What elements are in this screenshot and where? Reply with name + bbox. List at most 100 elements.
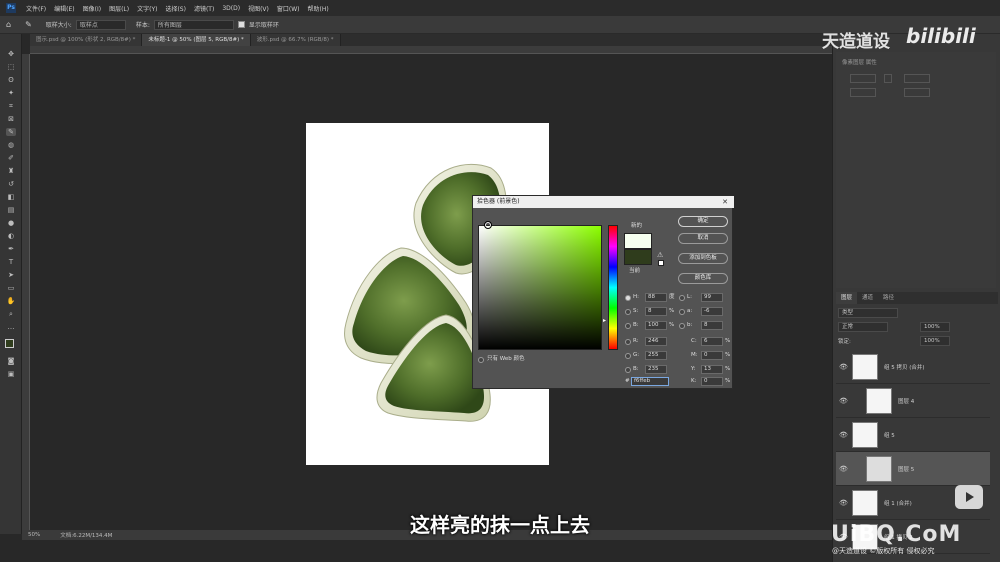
y-field[interactable] [904, 88, 930, 97]
blue-radio[interactable] [625, 367, 631, 373]
frame-tool-icon[interactable]: ⊠ [6, 115, 16, 123]
menu-item-layer[interactable]: 图层(L) [105, 4, 133, 13]
hue-radio[interactable] [625, 295, 631, 301]
current-color-swatch[interactable] [624, 249, 652, 265]
b-field[interactable]: 8 [701, 321, 723, 330]
color-field-marker[interactable] [484, 221, 492, 229]
green-field[interactable]: 255 [645, 351, 667, 360]
b-radio[interactable] [679, 323, 685, 329]
menu-item-window[interactable]: 窗口(W) [273, 4, 304, 13]
menu-item-select[interactable]: 选择(S) [161, 4, 190, 13]
hex-field[interactable]: f6ffeb [631, 377, 669, 386]
menu-item-image[interactable]: 图像(I) [79, 4, 105, 13]
dodge-tool-icon[interactable]: ◐ [6, 232, 16, 240]
menu-item-help[interactable]: 帮助(H) [304, 4, 333, 13]
hue-field[interactable]: 88 [645, 293, 667, 302]
crop-tool-icon[interactable]: ⌗ [6, 102, 16, 110]
menu-item-type[interactable]: 文字(Y) [133, 4, 161, 13]
healing-tool-icon[interactable]: ◍ [6, 141, 16, 149]
lasso-tool-icon[interactable]: ʘ [6, 76, 16, 84]
menu-item-filter[interactable]: 滤镜(T) [190, 4, 218, 13]
opacity-field[interactable]: 100% [920, 322, 950, 332]
cyan-field[interactable]: 6 [701, 337, 723, 346]
brightness-field[interactable]: 100 [645, 321, 667, 330]
visibility-eye-icon[interactable]: 👁 [839, 465, 848, 473]
eyedropper-icon[interactable]: ✎ [25, 20, 32, 29]
a-field[interactable]: -6 [701, 307, 723, 316]
zoom-tool-icon[interactable]: ⌕ [6, 310, 16, 318]
more-tools-icon[interactable]: … [6, 323, 16, 331]
blur-tool-icon[interactable]: ● [6, 219, 16, 227]
ok-button[interactable]: 确定 [678, 216, 728, 227]
brightness-radio[interactable] [625, 323, 631, 329]
foreground-color-swatch[interactable] [5, 339, 14, 348]
stamp-tool-icon[interactable]: ♜ [6, 167, 16, 175]
red-radio[interactable] [625, 339, 631, 345]
add-to-swatches-button[interactable]: 添加到色板 [678, 253, 728, 264]
hue-slider[interactable] [608, 225, 618, 350]
shape-tool-icon[interactable]: ▭ [6, 284, 16, 292]
black-field[interactable]: 0 [701, 377, 723, 386]
cancel-button[interactable]: 取消 [678, 233, 728, 244]
magenta-field[interactable]: 0 [701, 351, 723, 360]
visibility-eye-icon[interactable]: 👁 [839, 499, 848, 507]
menu-item-edit[interactable]: 编辑(E) [50, 4, 78, 13]
close-icon[interactable]: ✕ [722, 196, 728, 208]
layer-row-selected[interactable]: 👁 图层 5 [836, 452, 990, 486]
tab-doc-3[interactable]: 波形.psd @ 66.7% (RGB/8) * [250, 34, 341, 46]
history-brush-icon[interactable]: ↺ [6, 180, 16, 188]
saturation-radio[interactable] [625, 309, 631, 315]
hue-slider-arrow-icon[interactable]: ▸ [603, 317, 606, 324]
visibility-eye-icon[interactable]: 👁 [839, 397, 848, 405]
app-icon[interactable]: Ps [0, 0, 22, 16]
hand-tool-icon[interactable]: ✋ [6, 297, 16, 305]
height-field[interactable] [904, 74, 930, 83]
sample-size-select[interactable]: 取样点 [75, 19, 126, 30]
web-safe-icon[interactable] [658, 260, 664, 266]
width-field[interactable] [850, 74, 876, 83]
blue-field[interactable]: 235 [645, 365, 667, 374]
screen-mode-icon[interactable]: ▣ [6, 370, 16, 378]
marquee-tool-icon[interactable]: ⬚ [6, 63, 16, 71]
a-radio[interactable] [679, 309, 685, 315]
pen-tool-icon[interactable]: ✒ [6, 245, 16, 253]
lightness-radio[interactable] [679, 295, 685, 301]
red-field[interactable]: 246 [645, 337, 667, 346]
blend-mode-select[interactable]: 正常 [838, 322, 888, 332]
home-icon[interactable]: ⌂ [6, 20, 11, 29]
quick-mask-icon[interactable]: ◙ [6, 357, 16, 365]
visibility-eye-icon[interactable]: 👁 [839, 363, 848, 371]
saturation-field[interactable]: 8 [645, 307, 667, 316]
sample-select[interactable]: 所有图层 [153, 19, 234, 30]
tab-doc-2[interactable]: 未标题-1 @ 50% (图层 5, RGB/8#) * [142, 34, 251, 46]
tab-paths[interactable]: 路径 [878, 292, 899, 304]
tab-channels[interactable]: 通道 [857, 292, 878, 304]
layer-row[interactable]: 👁 图层 4 [836, 384, 990, 418]
menu-item-file[interactable]: 文件(F) [22, 4, 50, 13]
layer-row[interactable]: 👁 组 5 拷贝 (合并) [836, 350, 990, 384]
show-ring-checkbox[interactable] [237, 21, 245, 28]
eyedropper-tool-icon[interactable]: ✎ [6, 128, 16, 136]
menu-item-3d[interactable]: 3D(D) [218, 5, 244, 12]
path-select-tool-icon[interactable]: ➤ [6, 271, 16, 279]
yellow-field[interactable]: 13 [701, 365, 723, 374]
move-tool-icon[interactable]: ✥ [6, 50, 16, 58]
color-field[interactable] [478, 221, 602, 350]
visibility-eye-icon[interactable]: 👁 [839, 431, 848, 439]
web-only-checkbox[interactable] [478, 357, 484, 363]
tab-doc-1[interactable]: 图示.psd @ 100% (形状 2, RGB/8#) * [30, 34, 143, 46]
color-libraries-button[interactable]: 颜色库 [678, 273, 728, 284]
type-tool-icon[interactable]: T [6, 258, 16, 266]
fill-field[interactable]: 100% [920, 336, 950, 346]
gamut-warning-icon[interactable]: ⚠ [657, 251, 663, 259]
brush-tool-icon[interactable]: ✐ [6, 154, 16, 162]
link-icon[interactable] [884, 74, 892, 83]
layer-kind-filter[interactable]: 类型 [838, 308, 898, 318]
menu-item-view[interactable]: 视图(V) [244, 4, 273, 13]
x-field[interactable] [850, 88, 876, 97]
eraser-tool-icon[interactable]: ◧ [6, 193, 16, 201]
layer-row[interactable]: 👁 组 5 [836, 418, 990, 452]
quick-select-tool-icon[interactable]: ✦ [6, 89, 16, 97]
tab-layers[interactable]: 图层 [836, 292, 858, 304]
lightness-field[interactable]: 99 [701, 293, 723, 302]
